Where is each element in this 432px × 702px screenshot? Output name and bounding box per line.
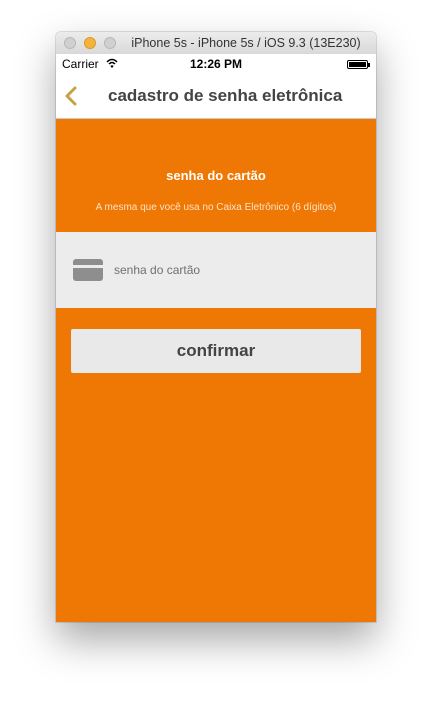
status-bar: Carrier 12:26 PM bbox=[56, 54, 376, 74]
window-titlebar: iPhone 5s - iPhone 5s / iOS 9.3 (13E230) bbox=[56, 32, 376, 55]
credit-card-icon bbox=[73, 259, 103, 281]
card-password-input[interactable] bbox=[114, 260, 354, 280]
form-subheading: A mesma que você usa no Caixa Eletrônico… bbox=[95, 202, 337, 213]
navigation-bar: cadastro de senha eletrônica bbox=[56, 74, 376, 119]
window-close-button[interactable] bbox=[64, 37, 76, 49]
back-chevron-icon[interactable] bbox=[62, 84, 82, 108]
status-time: 12:26 PM bbox=[189, 57, 243, 71]
window-zoom-button[interactable] bbox=[104, 37, 116, 49]
simulator-window: iPhone 5s - iPhone 5s / iOS 9.3 (13E230)… bbox=[56, 32, 376, 622]
page-title: cadastro de senha eletrônica bbox=[108, 86, 343, 105]
confirm-button[interactable]: confirmar bbox=[71, 329, 361, 373]
battery-icon bbox=[347, 60, 370, 69]
form-heading: senha do cartão bbox=[166, 168, 266, 183]
window-minimize-button[interactable] bbox=[84, 37, 96, 49]
card-password-field[interactable] bbox=[56, 232, 376, 308]
window-title: iPhone 5s - iPhone 5s / iOS 9.3 (13E230) bbox=[131, 36, 361, 50]
main-content: senha do cartão A mesma que você usa no … bbox=[56, 119, 376, 622]
